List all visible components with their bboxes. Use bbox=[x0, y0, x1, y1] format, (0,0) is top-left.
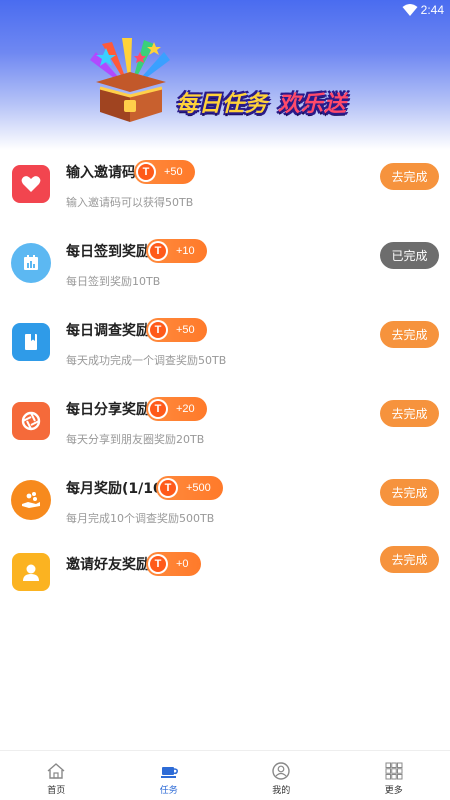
grid-icon bbox=[385, 762, 403, 780]
nav-label: 任务 bbox=[159, 786, 178, 796]
reward-amount: +50 bbox=[164, 166, 183, 178]
calendar-icon bbox=[11, 243, 51, 283]
reward-amount: +0 bbox=[176, 558, 189, 570]
token-icon: T bbox=[138, 164, 154, 180]
nav-home[interactable]: 首页 bbox=[0, 751, 113, 800]
home-icon bbox=[47, 763, 65, 779]
banner: 每日任务 欢乐送 bbox=[0, 0, 450, 150]
go-complete-button[interactable]: 去完成 bbox=[380, 163, 439, 190]
reward-amount: +10 bbox=[176, 245, 195, 257]
banner-title: 每日任务 欢乐送 bbox=[176, 82, 347, 122]
task-row-daily-signin: 每日签到奖励 T +10 每日签到奖励10TB 已完成 bbox=[0, 229, 450, 308]
reward-amount: +50 bbox=[176, 324, 195, 336]
reward-badge: T +20 bbox=[146, 397, 207, 421]
reward-badge: T +0 bbox=[146, 552, 201, 576]
task-title: 每日调查奖励 bbox=[66, 323, 150, 339]
banner-title-daily-tasks: 每日任务 bbox=[176, 92, 269, 117]
nav-label: 我的 bbox=[272, 786, 291, 796]
wifi-icon bbox=[402, 4, 418, 16]
go-complete-button[interactable]: 去完成 bbox=[380, 321, 439, 348]
task-row-daily-share: 每日分享奖励 T +20 每天分享到朋友圈奖励20TB 去完成 bbox=[0, 387, 450, 466]
bottom-nav: 首页 任务 我的 更多 bbox=[0, 750, 450, 800]
reward-badge: T +50 bbox=[134, 160, 195, 184]
task-title: 邀请好友奖励 bbox=[66, 557, 150, 573]
task-title: 输入邀请码 bbox=[66, 165, 136, 181]
task-title: 每日分享奖励 bbox=[66, 402, 150, 418]
reward-badge: T +10 bbox=[146, 239, 207, 263]
task-title: 每日签到奖励 bbox=[66, 244, 150, 260]
share-icon bbox=[12, 402, 50, 440]
task-row-invite-friends: 邀请好友奖励 T +0 去完成 bbox=[0, 545, 450, 624]
reward-badge: T +500 bbox=[156, 476, 223, 500]
completed-button[interactable]: 已完成 bbox=[380, 242, 439, 269]
coins-hand-icon bbox=[11, 480, 51, 520]
banner-title-fun: 欢乐送 bbox=[278, 92, 348, 117]
token-icon: T bbox=[160, 480, 176, 496]
go-complete-button[interactable]: 去完成 bbox=[380, 400, 439, 427]
heart-icon bbox=[12, 165, 50, 203]
task-description: 每月完成10个调查奖励500TB bbox=[66, 512, 215, 525]
task-row-monthly-reward: 每月奖励(1/10) T +500 每月完成10个调查奖励500TB 去完成 bbox=[0, 466, 450, 545]
task-icon bbox=[160, 767, 178, 778]
task-title: 每月奖励(1/10) bbox=[66, 481, 170, 497]
task-description: 每日签到奖励10TB bbox=[66, 275, 161, 288]
task-description: 每天成功完成一个调查奖励50TB bbox=[66, 354, 227, 367]
task-description: 输入邀请码可以获得50TB bbox=[66, 196, 194, 209]
profile-icon bbox=[272, 762, 290, 780]
go-complete-button[interactable]: 去完成 bbox=[380, 479, 439, 506]
token-icon: T bbox=[150, 243, 166, 259]
nav-label: 更多 bbox=[384, 786, 403, 796]
nav-profile[interactable]: 我的 bbox=[225, 751, 338, 800]
nav-tasks[interactable]: 任务 bbox=[113, 751, 226, 800]
clock: 2:44 bbox=[420, 3, 444, 17]
token-icon: T bbox=[150, 401, 166, 417]
nav-label: 首页 bbox=[47, 786, 66, 796]
reward-amount: +500 bbox=[186, 482, 211, 494]
task-row-invite-code: 输入邀请码 T +50 输入邀请码可以获得50TB 去完成 bbox=[0, 150, 450, 229]
task-description: 每天分享到朋友圈奖励20TB bbox=[66, 433, 205, 446]
task-row-daily-survey: 每日调查奖励 T +50 每天成功完成一个调查奖励50TB 去完成 bbox=[0, 308, 450, 387]
token-icon: T bbox=[150, 322, 166, 338]
reward-amount: +20 bbox=[176, 403, 195, 415]
user-icon bbox=[12, 553, 50, 591]
treasure-chest-icon bbox=[90, 38, 170, 122]
go-complete-button[interactable]: 去完成 bbox=[380, 546, 439, 573]
reward-badge: T +50 bbox=[146, 318, 207, 342]
book-icon bbox=[12, 323, 50, 361]
task-list: 输入邀请码 T +50 输入邀请码可以获得50TB 去完成 每日签到奖励 T +… bbox=[0, 150, 450, 624]
nav-more[interactable]: 更多 bbox=[338, 751, 450, 800]
status-bar: 2:44 bbox=[0, 0, 450, 20]
token-icon: T bbox=[150, 556, 166, 572]
